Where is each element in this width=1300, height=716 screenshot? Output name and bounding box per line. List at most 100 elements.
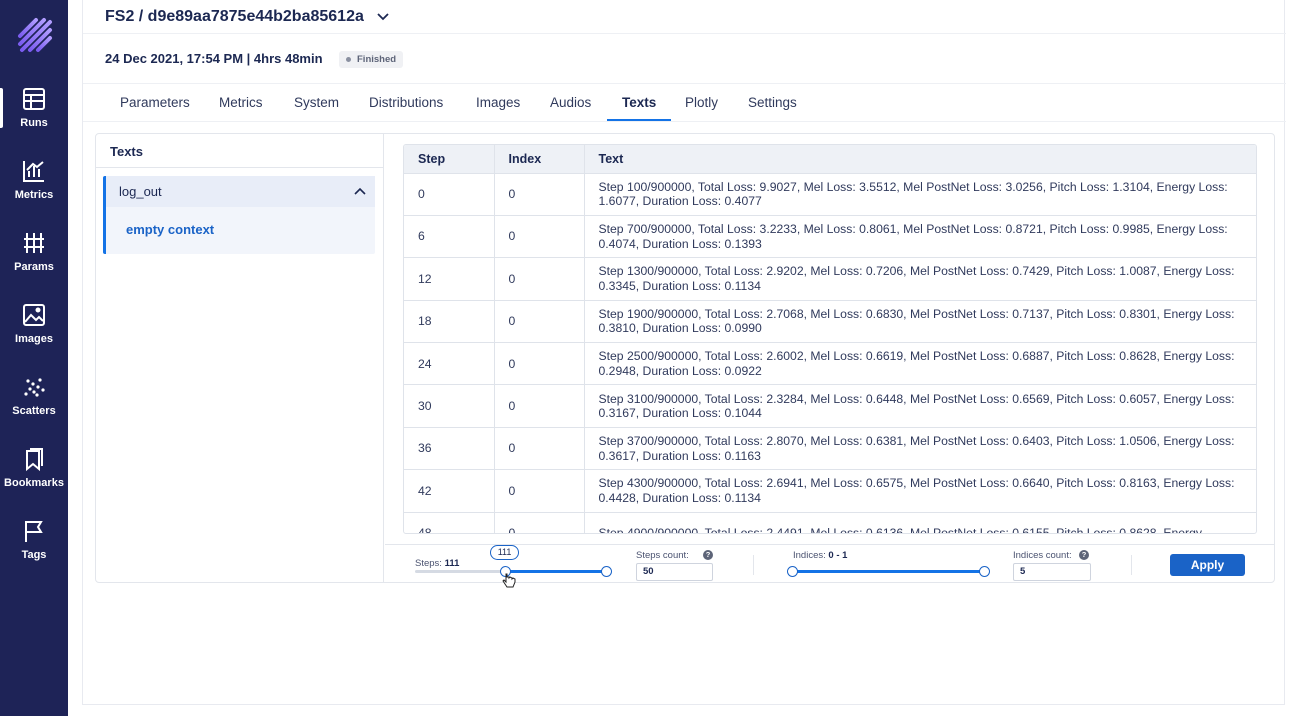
indices-count-label: Indices count: — [1013, 550, 1072, 561]
cell-index: 0 — [494, 342, 585, 386]
nav-label-tags: Tags — [21, 549, 47, 561]
steps-count-help-icon[interactable]: ? — [703, 550, 713, 560]
tab-metrics[interactable]: Metrics — [204, 84, 278, 121]
indices-slider-knob-start[interactable] — [787, 566, 798, 577]
params-icon — [24, 233, 44, 253]
nav-item-bookmarks[interactable]: Bookmarks — [0, 446, 68, 510]
steps-count-input[interactable]: 50 — [636, 563, 713, 581]
nav-item-metrics[interactable]: Metrics — [0, 158, 68, 222]
image-icon — [23, 304, 45, 326]
texts-card: Texts log_out empty context Step Index T… — [95, 133, 1275, 588]
sidebar: Runs Metrics Params Images Scatters Book… — [0, 0, 68, 716]
run-info-bar: 24 Dec 2021, 17:54 PM | 4hrs 48min Finis… — [83, 34, 1286, 84]
table-row: 0 0 Step 100/900000, Total Loss: 9.9027, M… — [404, 173, 1256, 216]
nav-item-tags[interactable]: Tags — [0, 518, 68, 582]
tab-audios[interactable]: Audios — [535, 84, 606, 121]
tab-settings[interactable]: Settings — [733, 84, 812, 121]
indices-count-help-icon[interactable]: ? — [1079, 550, 1089, 560]
controls-bar: Steps: 111 111 Steps count: ? 50 Indices… — [385, 544, 1275, 588]
cell-text: Step 700/900000, Total Loss: 3.2233, Mel… — [584, 215, 1256, 259]
table-row: 6 0 Step 700/900000, Total Loss: 3.2233, M… — [404, 215, 1256, 259]
cell-index: 0 — [494, 384, 585, 428]
cell-step: 18 — [404, 300, 495, 344]
cell-index: 0 — [494, 300, 585, 344]
tab-distributions[interactable]: Distributions — [354, 84, 458, 121]
nav-item-runs[interactable]: Runs — [0, 86, 68, 150]
steps-slider-fill — [505, 570, 608, 573]
column-header-index[interactable]: Index — [494, 145, 585, 174]
texts-tree-panel: Texts log_out empty context — [96, 134, 384, 582]
cell-text: Step 3100/900000, Total Loss: 2.3284, Me… — [584, 384, 1256, 428]
indices-label: Indices: 0 - 1 — [793, 550, 847, 561]
tab-plotly[interactable]: Plotly — [670, 84, 733, 121]
text-group-name: log_out — [119, 184, 162, 199]
status-badge: Finished — [339, 51, 404, 68]
steps-slider-knob-end[interactable] — [601, 566, 612, 577]
indices-slider-fill — [793, 570, 984, 573]
cell-index: 0 — [494, 173, 585, 216]
steps-label-text: Steps: — [415, 558, 442, 569]
tab-parameters[interactable]: Parameters — [105, 84, 205, 121]
table-row: 48 0 Step 4900/900000, Total Loss: 2.4491,… — [404, 512, 1256, 533]
cell-text: Step 100/900000, Total Loss: 9.9027, Mel… — [584, 173, 1256, 216]
cell-step: 30 — [404, 384, 495, 428]
cell-text: Step 4300/900000, Total Loss: 2.6941, Me… — [584, 469, 1256, 513]
tab-images[interactable]: Images — [461, 84, 535, 121]
steps-label: Steps: 111 — [415, 558, 459, 569]
chevron-up-icon[interactable] — [353, 185, 367, 199]
cell-step: 42 — [404, 469, 495, 513]
nav-item-params[interactable]: Params — [0, 230, 68, 294]
cell-index: 0 — [494, 215, 585, 259]
tab-system[interactable]: System — [279, 84, 354, 121]
flag-icon — [25, 521, 43, 542]
app-logo-icon[interactable] — [14, 14, 54, 54]
column-header-text[interactable]: Text — [584, 145, 1256, 174]
tab-divider — [83, 121, 1286, 122]
nav-item-images[interactable]: Images — [0, 302, 68, 366]
cell-index: 0 — [494, 469, 585, 513]
indices-slider-knob-end[interactable] — [979, 566, 990, 577]
chart-icon — [23, 161, 44, 182]
cell-step: 6 — [404, 215, 495, 259]
run-date: 24 Dec 2021, 17:54 PM | 4hrs 48min — [105, 51, 323, 66]
texts-table: Step Index Text 0 0 Step 100/900000, Total… — [404, 145, 1256, 533]
table-body: 0 0 Step 100/900000, Total Loss: 9.9027, M… — [404, 173, 1256, 533]
cell-text: Step 2500/900000, Total Loss: 2.6002, Me… — [584, 342, 1256, 386]
cell-index: 0 — [494, 427, 585, 471]
texts-table-panel: Step Index Text 0 0 Step 100/900000, Total… — [385, 134, 1275, 544]
steps-tooltip: 111 — [489, 545, 520, 560]
nav-label-bookmarks: Bookmarks — [4, 477, 64, 489]
tab-texts[interactable]: Texts — [607, 84, 672, 121]
texts-panel-title: Texts — [96, 134, 383, 168]
indices-count-input[interactable]: 5 — [1013, 563, 1091, 581]
run-title: FS2 / d9e89aa7875e44b2ba85612a — [105, 8, 364, 25]
column-header-step[interactable]: Step — [404, 145, 495, 174]
texts-table-scroll[interactable]: Step Index Text 0 0 Step 100/900000, Total… — [403, 144, 1257, 534]
text-group-header[interactable]: log_out — [106, 176, 375, 207]
indices-label-text: Indices: — [793, 550, 826, 561]
nav-label-images: Images — [15, 333, 53, 345]
cell-text: Step 1300/900000, Total Loss: 2.9202, Me… — [584, 257, 1256, 301]
text-group: log_out empty context — [103, 176, 375, 254]
indices-value: 0 - 1 — [828, 550, 848, 561]
nav-label-metrics: Metrics — [14, 189, 54, 201]
nav-label-scatters: Scatters — [12, 405, 56, 417]
cell-step: 24 — [404, 342, 495, 386]
chevron-down-icon[interactable] — [375, 9, 391, 25]
hand-cursor-icon — [502, 573, 516, 588]
table-header-row: Step Index Text — [404, 145, 1256, 174]
context-item[interactable]: empty context — [126, 222, 214, 237]
nav-item-scatters[interactable]: Scatters — [0, 374, 68, 438]
cell-index: 0 — [494, 512, 585, 533]
table-row: 24 0 Step 2500/900000, Total Loss: 2.6002,… — [404, 342, 1256, 386]
controls-divider-2 — [1131, 555, 1132, 575]
nav-label-runs: Runs — [20, 117, 48, 129]
apply-button[interactable]: Apply — [1170, 554, 1245, 576]
cell-step: 12 — [404, 257, 495, 301]
cell-step: 0 — [404, 173, 495, 216]
bookmark-icon — [26, 448, 43, 472]
table-row: 36 0 Step 3700/900000, Total Loss: 2.8070,… — [404, 427, 1256, 471]
cell-index: 0 — [494, 257, 585, 301]
table-row: 30 0 Step 3100/900000, Total Loss: 2.3284,… — [404, 384, 1256, 428]
cell-text: Step 3700/900000, Total Loss: 2.8070, Me… — [584, 427, 1256, 471]
